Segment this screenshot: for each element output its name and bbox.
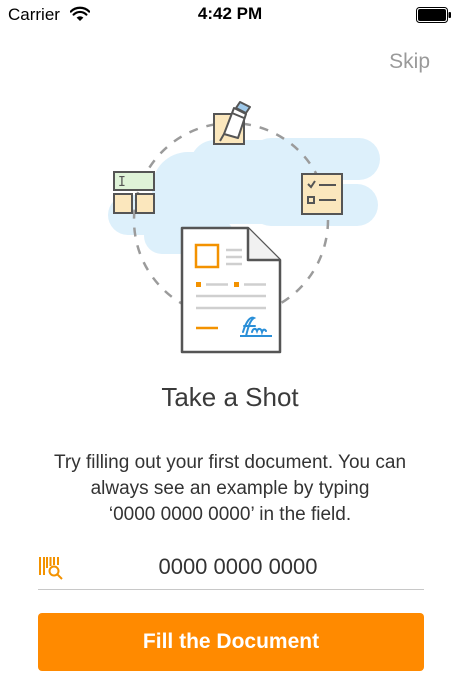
checklist-icon — [301, 173, 343, 215]
barcode-scan-icon[interactable] — [38, 554, 64, 580]
page-title: Take a Shot — [161, 382, 299, 412]
pen-nib-icon — [213, 101, 251, 145]
instruction-line-1: Try filling out your first document. You… — [53, 452, 407, 473]
svg-text:I: I — [118, 175, 126, 190]
instruction-text: Try filling out your first document. You… — [10, 450, 450, 528]
skip-button[interactable]: Skip — [389, 50, 430, 74]
onboarding-illustration: I — [108, 101, 380, 354]
battery-icon — [416, 7, 451, 23]
document-number-input[interactable] — [88, 549, 388, 585]
instruction-line-2: always see an example by typing — [90, 478, 370, 499]
fill-document-button[interactable]: Fill the Document — [38, 613, 424, 671]
document-number-field — [38, 545, 424, 590]
signed-document-icon — [180, 226, 282, 354]
status-bar: Carrier 4:42 PM — [0, 0, 460, 32]
instruction-line-3: ‘0000 0000 0000’ in the field. — [108, 504, 352, 525]
status-time: 4:42 PM — [197, 4, 263, 23]
